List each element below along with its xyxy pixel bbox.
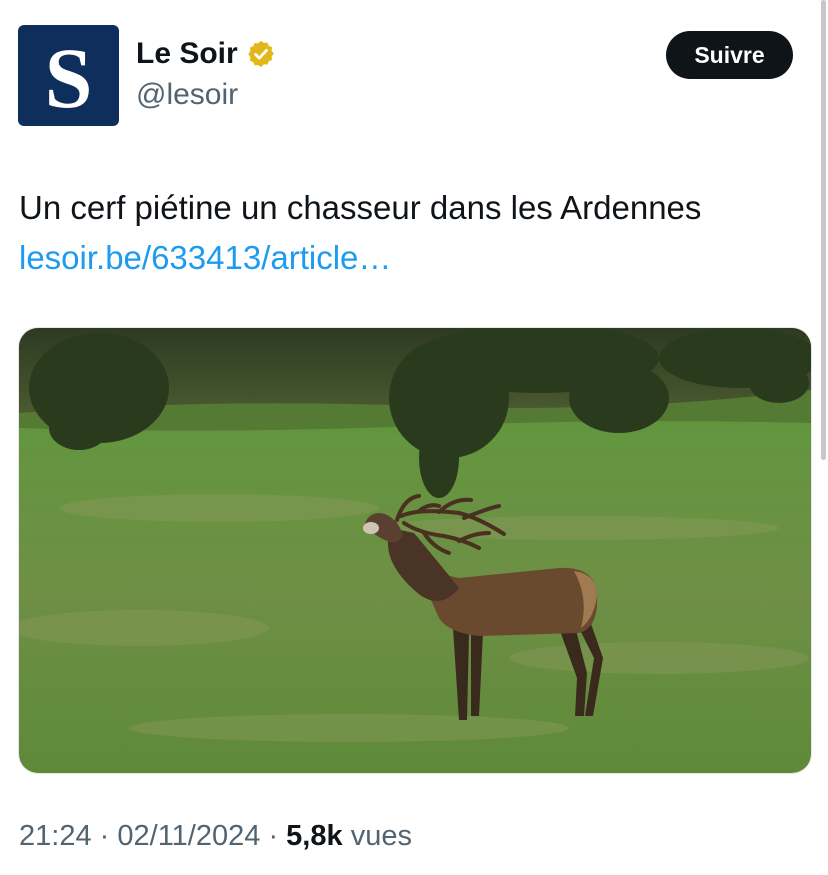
views-label: vues <box>350 820 412 852</box>
views-count: 5,8k <box>286 820 343 852</box>
account-handle[interactable]: @lesoir <box>136 78 238 112</box>
tweet-text: Un cerf piétine un chasseur dans les Ard… <box>19 183 819 283</box>
display-name[interactable]: Le Soir <box>136 37 238 71</box>
stag-photo-icon <box>19 328 811 773</box>
avatar-letter: S <box>44 29 93 126</box>
scrollbar[interactable] <box>821 0 826 460</box>
avatar[interactable]: S <box>18 25 119 126</box>
meta-separator: · <box>99 820 110 852</box>
follow-button[interactable]: Suivre <box>666 31 793 79</box>
tweet-body: Un cerf piétine un chasseur dans les Ard… <box>19 189 702 226</box>
tweet-time[interactable]: 21:24 <box>19 820 92 852</box>
tweet-date[interactable]: 02/11/2024 <box>117 820 260 852</box>
tweet-media-image[interactable] <box>18 327 812 774</box>
tweet-meta: 21:24 · 02/11/2024 · 5,8k vues <box>19 820 412 853</box>
verified-badge-icon <box>247 40 274 68</box>
tweet-link[interactable]: lesoir.be/633413/article… <box>19 233 819 283</box>
meta-separator: · <box>268 820 279 852</box>
name-row: Le Soir <box>136 34 276 74</box>
